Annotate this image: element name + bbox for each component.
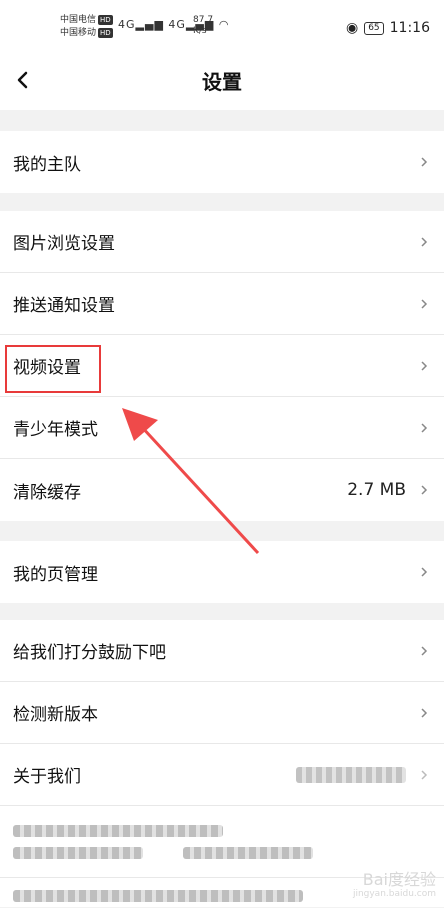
chevron-right-icon xyxy=(421,361,428,371)
setting-label: 青少年模式 xyxy=(13,420,98,440)
setting-label: 关于我们 xyxy=(13,767,81,787)
watermark-url: jingyan.baidu.com xyxy=(352,889,436,899)
clock: 11:16 xyxy=(389,20,430,36)
setting-label: 推送通知设置 xyxy=(13,296,115,316)
setting-clear-cache[interactable]: 清除缓存 2.7 MB xyxy=(0,459,444,521)
settings-group-3: 我的页管理 xyxy=(0,541,444,603)
setting-about[interactable]: 关于我们 xyxy=(0,744,444,806)
carrier-1: 中国电信 xyxy=(60,15,97,25)
hd-badge: HD xyxy=(98,15,113,25)
setting-label: 清除缓存 xyxy=(13,482,81,503)
blurred-text xyxy=(13,890,303,902)
blurred-text xyxy=(13,846,143,859)
setting-rate-us[interactable]: 给我们打分鼓励下吧 xyxy=(0,620,444,682)
eye-icon: ◉ xyxy=(345,20,359,36)
setting-page-manage[interactable]: 我的页管理 xyxy=(0,541,444,603)
chevron-right-icon xyxy=(421,708,428,718)
cache-size: 2.7 MB xyxy=(347,480,406,500)
setting-label: 给我们打分鼓励下吧 xyxy=(13,643,166,663)
chevron-right-icon xyxy=(421,567,428,577)
battery-icon: 65 xyxy=(364,21,384,35)
chevron-right-icon xyxy=(421,646,428,656)
setting-label: 检测新版本 xyxy=(13,705,98,725)
blurred-text xyxy=(183,846,313,859)
page-title: 设置 xyxy=(202,70,242,94)
network-type: 4G xyxy=(118,18,136,31)
network-type: 4G xyxy=(168,18,186,31)
chevron-right-icon xyxy=(421,423,428,433)
status-right: ◉ 65 11:16 xyxy=(346,20,430,36)
hd-badge: HD xyxy=(98,28,113,38)
setting-check-update[interactable]: 检测新版本 xyxy=(0,682,444,744)
settings-group-1: 我的主队 xyxy=(0,131,444,193)
setting-label: 我的主队 xyxy=(13,154,81,175)
blurred-text xyxy=(13,824,223,837)
speed-value: 87.7 xyxy=(193,15,214,25)
carrier-2: 中国移动 xyxy=(60,28,97,38)
setting-push-notification[interactable]: 推送通知设置 xyxy=(0,273,444,335)
setting-my-team[interactable]: 我的主队 xyxy=(0,131,444,193)
chevron-right-icon xyxy=(421,237,428,247)
chevron-right-icon xyxy=(421,485,428,495)
setting-image-browse[interactable]: 图片浏览设置 xyxy=(0,211,444,273)
watermark: Bai度经验 jingyan.baidu.com xyxy=(352,872,436,901)
settings-group-4: 给我们打分鼓励下吧 检测新版本 关于我们 xyxy=(0,620,444,907)
setting-youth-mode[interactable]: 青少年模式 xyxy=(0,397,444,459)
carrier-info: 中国电信 HD 中国移动 HD xyxy=(60,14,113,40)
setting-label: 图片浏览设置 xyxy=(13,234,115,254)
version-blurred xyxy=(296,766,406,783)
highlight-box xyxy=(5,345,101,393)
chevron-right-icon xyxy=(421,770,428,780)
chevron-right-icon xyxy=(421,157,428,167)
speed-unit: K/s xyxy=(193,26,207,36)
status-bar: 中国电信 HD 中国移动 HD 4G▂▄▆ 4G▂▄▆ ◠ 87.7 K/s ◉ 6… xyxy=(0,0,444,52)
chevron-right-icon xyxy=(421,299,428,309)
network-speed: 87.7 K/s xyxy=(193,15,213,37)
setting-contact-blurred[interactable] xyxy=(0,806,444,878)
setting-label: 我的页管理 xyxy=(13,564,98,585)
nav-bar: 设置 xyxy=(0,52,444,110)
